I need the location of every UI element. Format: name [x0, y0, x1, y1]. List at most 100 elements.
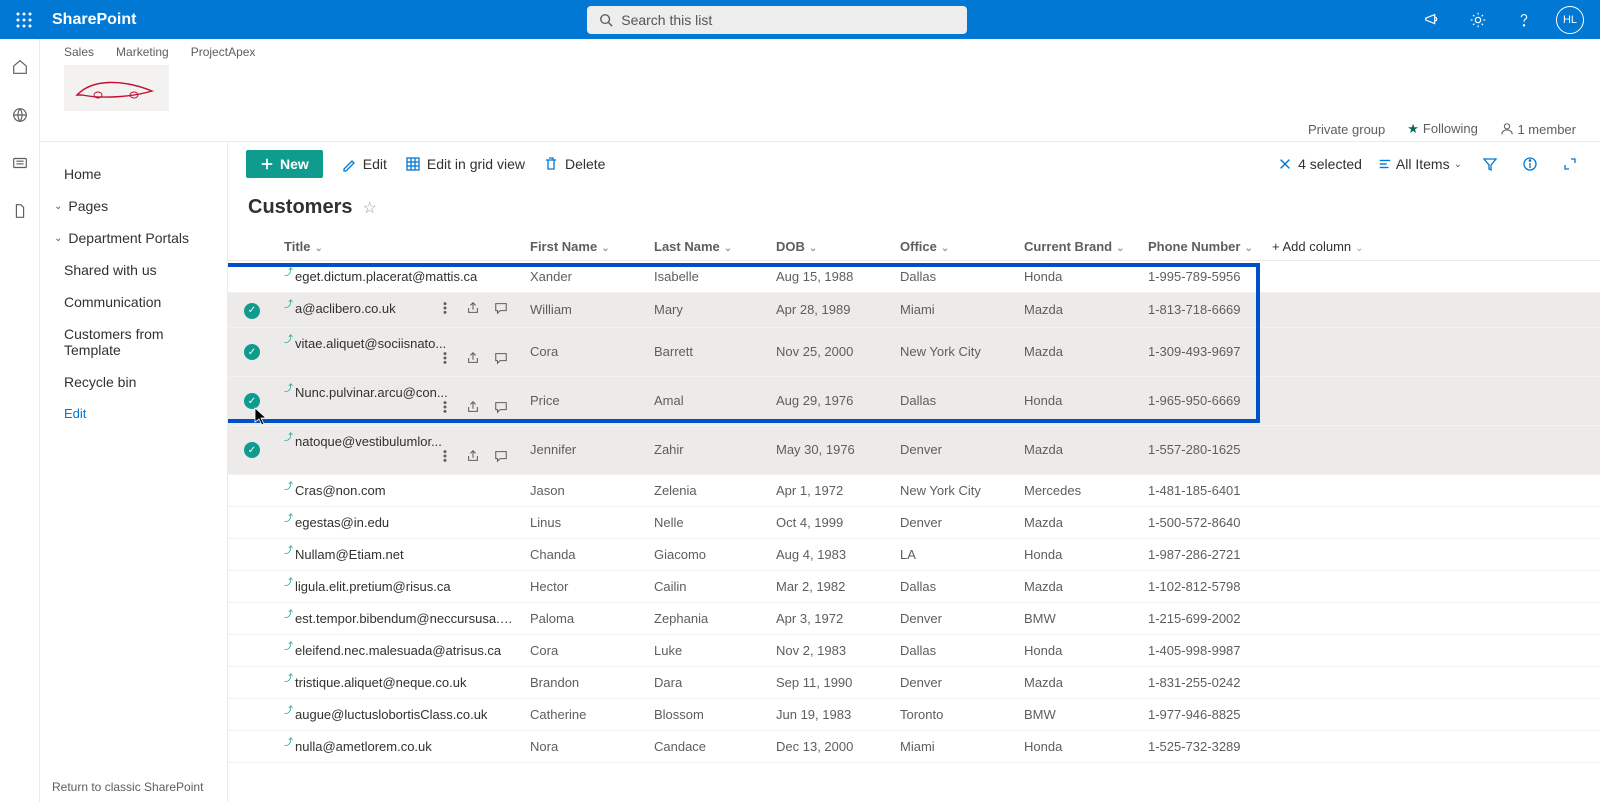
settings-gear-icon[interactable] — [1464, 6, 1492, 34]
row-share-icon[interactable] — [466, 449, 480, 466]
cell-dob: Apr 3, 1972 — [768, 602, 892, 634]
nav-recycle-bin[interactable]: Recycle bin — [40, 366, 227, 398]
table-row[interactable]: ✓⤴Nunc.pulvinar.arcu@con...PriceAmalAug … — [228, 376, 1600, 425]
row-comment-icon[interactable] — [494, 301, 508, 318]
tab-projectapex[interactable]: ProjectApex — [191, 45, 256, 59]
cell-dob: Oct 4, 1999 — [768, 506, 892, 538]
megaphone-icon[interactable] — [1418, 6, 1446, 34]
nav-department-portals[interactable]: ⌄Department Portals — [40, 222, 227, 254]
table-row[interactable]: ⤴tristique.aliquet@neque.co.ukBrandonDar… — [228, 666, 1600, 698]
nav-pages[interactable]: ⌄Pages — [40, 190, 227, 222]
edit-button[interactable]: Edit — [341, 156, 387, 172]
app-launcher-icon[interactable] — [8, 4, 40, 36]
nav-communication[interactable]: Communication — [40, 286, 227, 318]
cell-office: Denver — [892, 602, 1016, 634]
table-row[interactable]: ⤴augue@luctuslobortisClass.co.ukCatherin… — [228, 698, 1600, 730]
row-selected-check-icon[interactable]: ✓ — [244, 442, 260, 458]
row-more-icon[interactable] — [438, 351, 452, 368]
cell-fn: Linus — [522, 506, 646, 538]
view-selector[interactable]: All Items ⌄ — [1378, 156, 1462, 172]
site-logo[interactable] — [64, 65, 169, 111]
row-share-icon[interactable] — [466, 351, 480, 368]
row-selected-check-icon[interactable]: ✓ — [244, 393, 260, 409]
return-classic-link[interactable]: Return to classic SharePoint — [52, 780, 203, 794]
cell-fn: Price — [522, 376, 646, 425]
files-icon[interactable] — [8, 199, 32, 223]
row-title: natoque@vestibulumlor... — [295, 434, 442, 449]
table-row[interactable]: ⤴eleifend.nec.malesuada@atrisus.caCoraLu… — [228, 634, 1600, 666]
table-row[interactable]: ✓⤴natoque@vestibulumlor...JenniferZahirM… — [228, 425, 1600, 474]
tab-sales[interactable]: Sales — [64, 45, 94, 59]
table-row[interactable]: ⤴Cras@non.comJasonZeleniaApr 1, 1972New … — [228, 474, 1600, 506]
cell-ln: Isabelle — [646, 261, 768, 293]
home-icon[interactable] — [8, 55, 32, 79]
col-office[interactable]: Office⌄ — [892, 233, 1016, 261]
row-more-icon[interactable] — [438, 449, 452, 466]
row-title: vitae.aliquet@sociisnato... — [295, 336, 446, 351]
info-pane-icon[interactable] — [1518, 152, 1542, 176]
table-row[interactable]: ⤴nulla@ametlorem.co.ukNoraCandaceDec 13,… — [228, 730, 1600, 762]
clear-selection[interactable]: 4 selected — [1278, 156, 1362, 172]
site-tabs: Sales Marketing ProjectApex — [64, 45, 1576, 59]
members-link[interactable]: 1 member — [1500, 122, 1576, 137]
item-status-icon: ⤴ — [284, 735, 293, 748]
cell-fn: Nora — [522, 730, 646, 762]
row-title: nulla@ametlorem.co.uk — [295, 739, 432, 754]
row-title: egestas@in.edu — [295, 515, 389, 530]
col-title[interactable]: Title⌄ — [276, 233, 522, 261]
col-brand[interactable]: Current Brand⌄ — [1016, 233, 1140, 261]
new-button[interactable]: New — [246, 150, 323, 178]
cell-dob: May 30, 1976 — [768, 425, 892, 474]
cell-phone: 1-557-280-1625 — [1140, 425, 1264, 474]
table-row[interactable]: ⤴ligula.elit.pretium@risus.caHectorCaili… — [228, 570, 1600, 602]
nav-home[interactable]: Home — [40, 158, 227, 190]
cell-brand: BMW — [1016, 698, 1140, 730]
cell-phone: 1-831-255-0242 — [1140, 666, 1264, 698]
cell-office: New York City — [892, 327, 1016, 376]
row-comment-icon[interactable] — [494, 400, 508, 417]
content-area: New Edit Edit in grid view Delete — [228, 142, 1600, 802]
edit-in-grid-button[interactable]: Edit in grid view — [405, 156, 525, 172]
row-comment-icon[interactable] — [494, 351, 508, 368]
col-dob[interactable]: DOB⌄ — [768, 233, 892, 261]
cell-brand: Honda — [1016, 730, 1140, 762]
row-title: eget.dictum.placerat@mattis.ca — [295, 269, 477, 284]
row-selected-check-icon[interactable]: ✓ — [244, 344, 260, 360]
nav-shared-with-us[interactable]: Shared with us — [40, 254, 227, 286]
table-row[interactable]: ⤴est.tempor.bibendum@neccursusa.comPalom… — [228, 602, 1600, 634]
add-column-button[interactable]: + Add column⌄ — [1264, 233, 1600, 261]
item-status-icon: ⤴ — [284, 511, 293, 524]
col-last-name[interactable]: Last Name⌄ — [646, 233, 768, 261]
following-toggle[interactable]: ★Following — [1407, 121, 1478, 137]
cell-ln: Candace — [646, 730, 768, 762]
row-comment-icon[interactable] — [494, 449, 508, 466]
row-share-icon[interactable] — [466, 301, 480, 318]
table-row[interactable]: ⤴egestas@in.eduLinusNelleOct 4, 1999Denv… — [228, 506, 1600, 538]
help-icon[interactable] — [1510, 6, 1538, 34]
user-avatar[interactable]: HL — [1556, 6, 1584, 34]
col-first-name[interactable]: First Name⌄ — [522, 233, 646, 261]
suite-brand[interactable]: SharePoint — [52, 11, 136, 29]
row-share-icon[interactable] — [466, 400, 480, 417]
tab-marketing[interactable]: Marketing — [116, 45, 169, 59]
nav-edit-link[interactable]: Edit — [40, 398, 227, 429]
nav-customers-from-template[interactable]: Customers from Template — [40, 318, 227, 366]
filter-icon[interactable] — [1478, 152, 1502, 176]
cell-brand: Mazda — [1016, 425, 1140, 474]
news-icon[interactable] — [8, 151, 32, 175]
globe-icon[interactable] — [8, 103, 32, 127]
table-row[interactable]: ✓⤴a@aclibero.co.ukWilliamMaryApr 28, 198… — [228, 293, 1600, 328]
favorite-star-icon[interactable]: ☆ — [362, 198, 376, 218]
table-row[interactable]: ⤴eget.dictum.placerat@mattis.caXanderIsa… — [228, 261, 1600, 293]
table-row[interactable]: ⤴Nullam@Etiam.netChandaGiacomoAug 4, 198… — [228, 538, 1600, 570]
search-box[interactable]: Search this list — [587, 6, 967, 34]
row-more-icon[interactable] — [438, 400, 452, 417]
row-more-icon[interactable] — [438, 301, 452, 318]
delete-button[interactable]: Delete — [543, 156, 605, 172]
row-selected-check-icon[interactable]: ✓ — [244, 303, 260, 319]
cell-office: Miami — [892, 730, 1016, 762]
col-phone[interactable]: Phone Number⌄ — [1140, 233, 1264, 261]
search-placeholder: Search this list — [621, 12, 712, 28]
table-row[interactable]: ✓⤴vitae.aliquet@sociisnato...CoraBarrett… — [228, 327, 1600, 376]
expand-icon[interactable] — [1558, 152, 1582, 176]
